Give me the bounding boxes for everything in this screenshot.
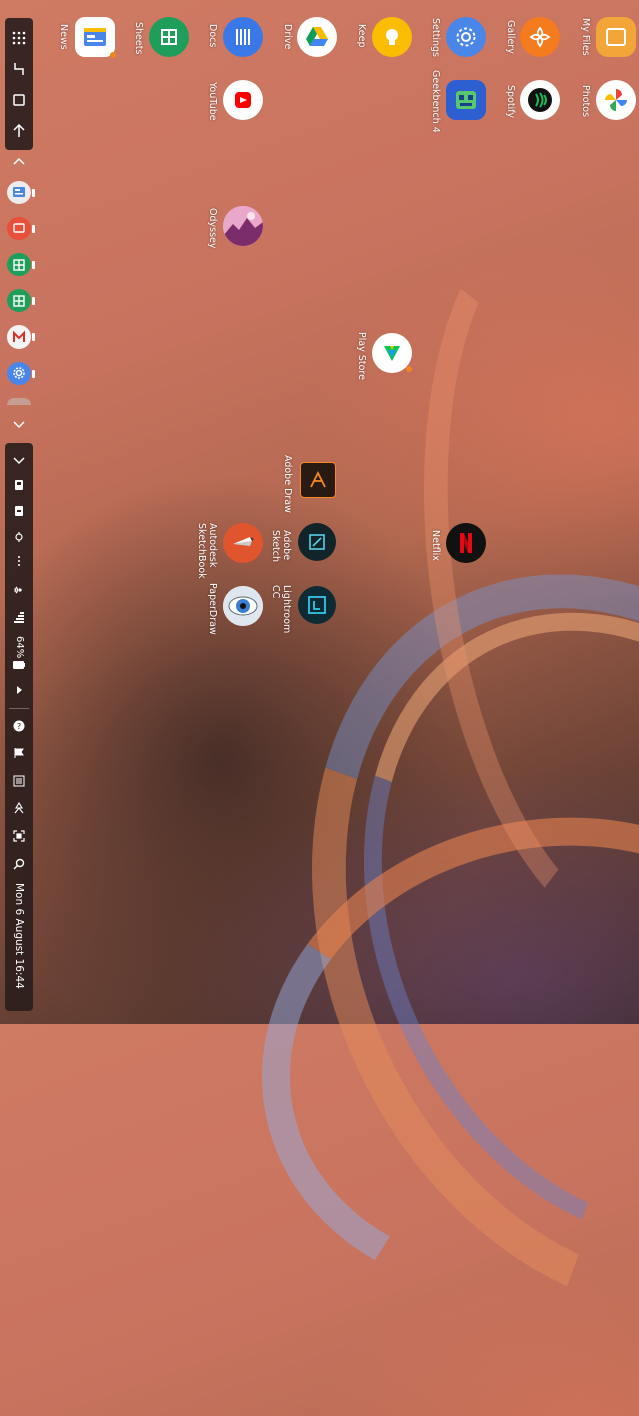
app-label: Adobe Sketch xyxy=(270,530,292,563)
signal-icon xyxy=(7,606,31,630)
more-dots-icon[interactable] xyxy=(7,549,31,573)
app-label: Photos xyxy=(580,85,591,118)
back-icon[interactable] xyxy=(8,120,30,142)
flag-icon[interactable] xyxy=(7,739,31,767)
sheets-app-icon[interactable] xyxy=(149,17,189,57)
taskbar-nav-panel xyxy=(5,18,33,150)
app-label: PaperDraw xyxy=(207,583,218,635)
odyssey-app-icon[interactable] xyxy=(223,206,263,246)
home-icon[interactable] xyxy=(8,89,30,111)
app-label: Sheets xyxy=(133,22,144,55)
pinned-sheets-icon[interactable] xyxy=(7,252,35,277)
tray-collapse-icon[interactable] xyxy=(7,449,31,473)
sketchbook-app-icon[interactable] xyxy=(223,523,263,563)
app-label: News xyxy=(58,24,69,50)
app-label: Docs xyxy=(207,24,218,48)
docs-app-icon[interactable] xyxy=(223,17,263,57)
notification-badge xyxy=(110,52,116,58)
svg-text:?: ? xyxy=(17,722,21,731)
my-files-app-icon[interactable] xyxy=(596,17,636,57)
battery-percent: 64% xyxy=(14,636,25,659)
battery-icon xyxy=(13,661,25,670)
app-label: Play Store xyxy=(356,332,367,380)
chevron-down-icon[interactable] xyxy=(13,418,25,432)
pinned-apps-panel xyxy=(4,154,35,432)
recent-apps-icon[interactable] xyxy=(8,58,30,80)
drive-app-icon[interactable] xyxy=(297,17,337,57)
touch-icon[interactable] xyxy=(7,524,31,550)
pinned-settings-icon[interactable] xyxy=(7,361,35,385)
app-label: My Files xyxy=(580,18,591,56)
geekbench-app-icon[interactable] xyxy=(446,80,486,120)
app-label: Drive xyxy=(282,24,293,50)
keep-app-icon[interactable] xyxy=(372,17,412,57)
battery-status: 64% xyxy=(7,630,31,675)
adobe-sketch-app-icon[interactable] xyxy=(298,523,336,561)
app-label: Netflix xyxy=(430,530,441,561)
app-label: Geekbench 4 xyxy=(430,70,441,133)
app-label: Adobe Draw xyxy=(282,455,293,513)
help-icon[interactable]: ? xyxy=(7,712,31,740)
accessibility-icon[interactable] xyxy=(7,794,31,822)
paperdraw-app-icon[interactable] xyxy=(223,586,263,626)
status-tray: 64% ? Mon 6 August 16:44 xyxy=(5,443,33,1011)
keyboard-icon[interactable] xyxy=(7,767,31,795)
app-label: Lightroom CC xyxy=(270,585,292,634)
news-app-icon[interactable] xyxy=(75,17,115,57)
app-label: Autodesk SketchBook xyxy=(196,523,218,579)
wifi-icon xyxy=(7,573,31,606)
pinned-news-icon[interactable] xyxy=(7,180,35,204)
settings-app-icon[interactable] xyxy=(446,17,486,57)
app-label: Spotify xyxy=(505,85,516,119)
spotify-app-icon[interactable] xyxy=(520,80,560,120)
app-label: Keep xyxy=(356,24,367,48)
apps-grid-icon[interactable] xyxy=(8,27,30,49)
gallery-app-icon[interactable] xyxy=(520,17,560,57)
search-icon[interactable] xyxy=(7,850,31,880)
pinned-gmail-icon[interactable] xyxy=(7,325,35,349)
clock[interactable]: Mon 6 August 16:44 xyxy=(7,879,31,1011)
clock-text: Mon 6 August 16:44 xyxy=(13,883,25,989)
youtube-app-icon[interactable] xyxy=(223,80,263,120)
netflix-app-icon[interactable] xyxy=(446,523,486,563)
play-icon[interactable] xyxy=(7,675,31,705)
pinned-sheets-icon[interactable] xyxy=(7,289,35,313)
app-label: Gallery xyxy=(505,20,516,54)
photos-app-icon[interactable] xyxy=(596,80,636,120)
pinned-more-indicator xyxy=(7,397,31,406)
adobe-draw-app-icon[interactable] xyxy=(300,462,336,498)
notification-icon[interactable] xyxy=(7,498,31,524)
chevron-up-icon[interactable] xyxy=(13,154,25,168)
tray-divider xyxy=(9,707,29,709)
notification-icon[interactable] xyxy=(7,473,31,499)
app-label: YouTube xyxy=(207,82,218,121)
lightroom-app-icon[interactable] xyxy=(298,586,336,624)
screenshot-icon[interactable] xyxy=(7,822,31,850)
app-label: Odyssey xyxy=(207,208,218,249)
pinned-screen-recorder-icon[interactable] xyxy=(7,216,35,240)
app-label: Settings xyxy=(430,18,441,57)
notification-badge xyxy=(406,366,412,372)
